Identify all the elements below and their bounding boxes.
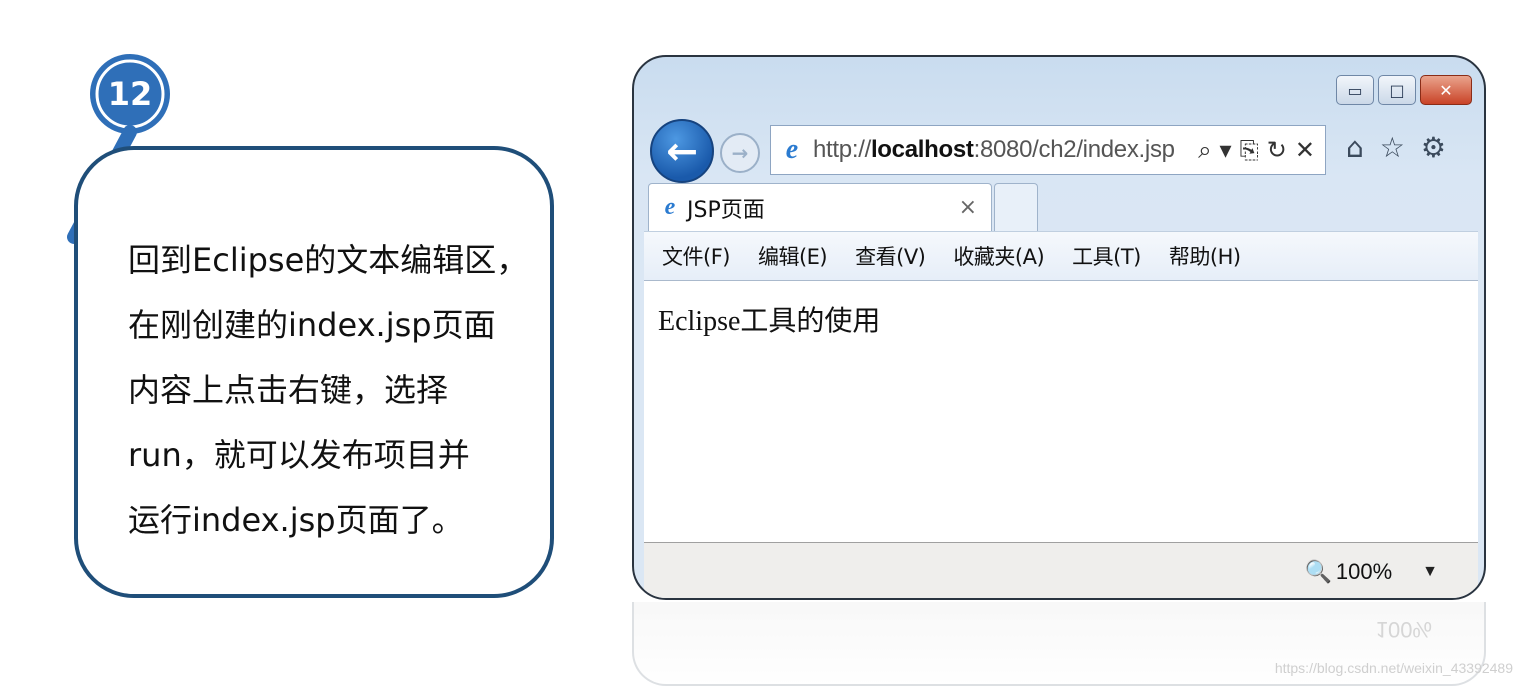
menu-tools[interactable]: 工具(T) [1072, 241, 1141, 271]
zoom-magnifier-icon: 🔍 [1304, 558, 1332, 584]
ie-logo-icon: e [664, 194, 676, 220]
address-bar[interactable]: e http://localhost:8080/ch2/index.jsp ⌕ … [770, 125, 1326, 175]
instruction-text: 回到Eclipse的文本编辑区， 在刚创建的index.jsp页面 内容上点击右… [128, 241, 529, 539]
page-content: Eclipse工具的使用 [644, 281, 1478, 543]
window-controls: ▭ □ ✕ [1336, 75, 1472, 105]
forward-button[interactable]: → [720, 133, 760, 173]
address-tools: ⌕ ▾ ⎘ ↻ ✕ [1198, 136, 1325, 164]
compat-view-icon[interactable]: ⎘ [1240, 136, 1259, 164]
step-number: 12 [107, 75, 153, 113]
ie-logo-icon: e [785, 134, 799, 165]
status-bar: 🔍 100% ▼ [644, 543, 1478, 598]
zoom-level: 100% [1335, 558, 1393, 584]
refresh-icon[interactable]: ↻ [1267, 136, 1287, 164]
stop-icon[interactable]: ✕ [1295, 136, 1315, 164]
settings-gear-icon[interactable]: ⚙ [1421, 131, 1446, 164]
arrow-right-icon: → [731, 141, 749, 165]
url-text[interactable]: http://localhost:8080/ch2/index.jsp [813, 136, 1198, 164]
zoom-dropdown-icon[interactable]: ▼ [1422, 563, 1438, 581]
home-icon[interactable]: ⌂ [1346, 131, 1364, 164]
menu-file[interactable]: 文件(F) [662, 241, 730, 271]
command-icons: ⌂ ☆ ⚙ [1346, 131, 1446, 164]
favorites-star-icon[interactable]: ☆ [1380, 131, 1405, 164]
zoom-control[interactable]: 🔍 100% [1304, 559, 1392, 585]
browser-window: ▭ □ ✕ ← → e http://localhost:8080/ch2/in… [632, 55, 1486, 600]
menu-bar: 文件(F) 编辑(E) 查看(V) 收藏夹(A) 工具(T) 帮助(H) [644, 231, 1478, 281]
tab-close-icon[interactable]: × [959, 195, 991, 220]
arrow-left-icon: ← [666, 129, 698, 173]
close-button[interactable]: ✕ [1420, 75, 1472, 105]
back-button[interactable]: ← [650, 119, 714, 183]
menu-edit[interactable]: 编辑(E) [758, 241, 828, 271]
page-body-text: Eclipse工具的使用 [658, 306, 881, 337]
dropdown-icon[interactable]: ▾ [1220, 136, 1232, 164]
url-host: localhost [870, 136, 974, 163]
maximize-button[interactable]: □ [1378, 75, 1416, 105]
menu-favorites[interactable]: 收藏夹(A) [953, 241, 1044, 271]
menu-help[interactable]: 帮助(H) [1169, 241, 1241, 271]
minimize-button[interactable]: ▭ [1336, 75, 1374, 105]
menu-view[interactable]: 查看(V) [855, 241, 926, 271]
search-icon[interactable]: ⌕ [1198, 136, 1211, 164]
watermark: https://blog.csdn.net/weixin_43392489 [1274, 660, 1513, 676]
reflection-zoom-text: 100% [1375, 617, 1432, 642]
tab-title: JSP页面 [687, 197, 765, 223]
new-tab-button[interactable] [994, 183, 1038, 231]
tab-jsp-page[interactable]: e JSP页面 × [648, 183, 992, 231]
url-prefix: http:// [813, 136, 871, 163]
url-path: :8080/ch2/index.jsp [973, 136, 1175, 163]
